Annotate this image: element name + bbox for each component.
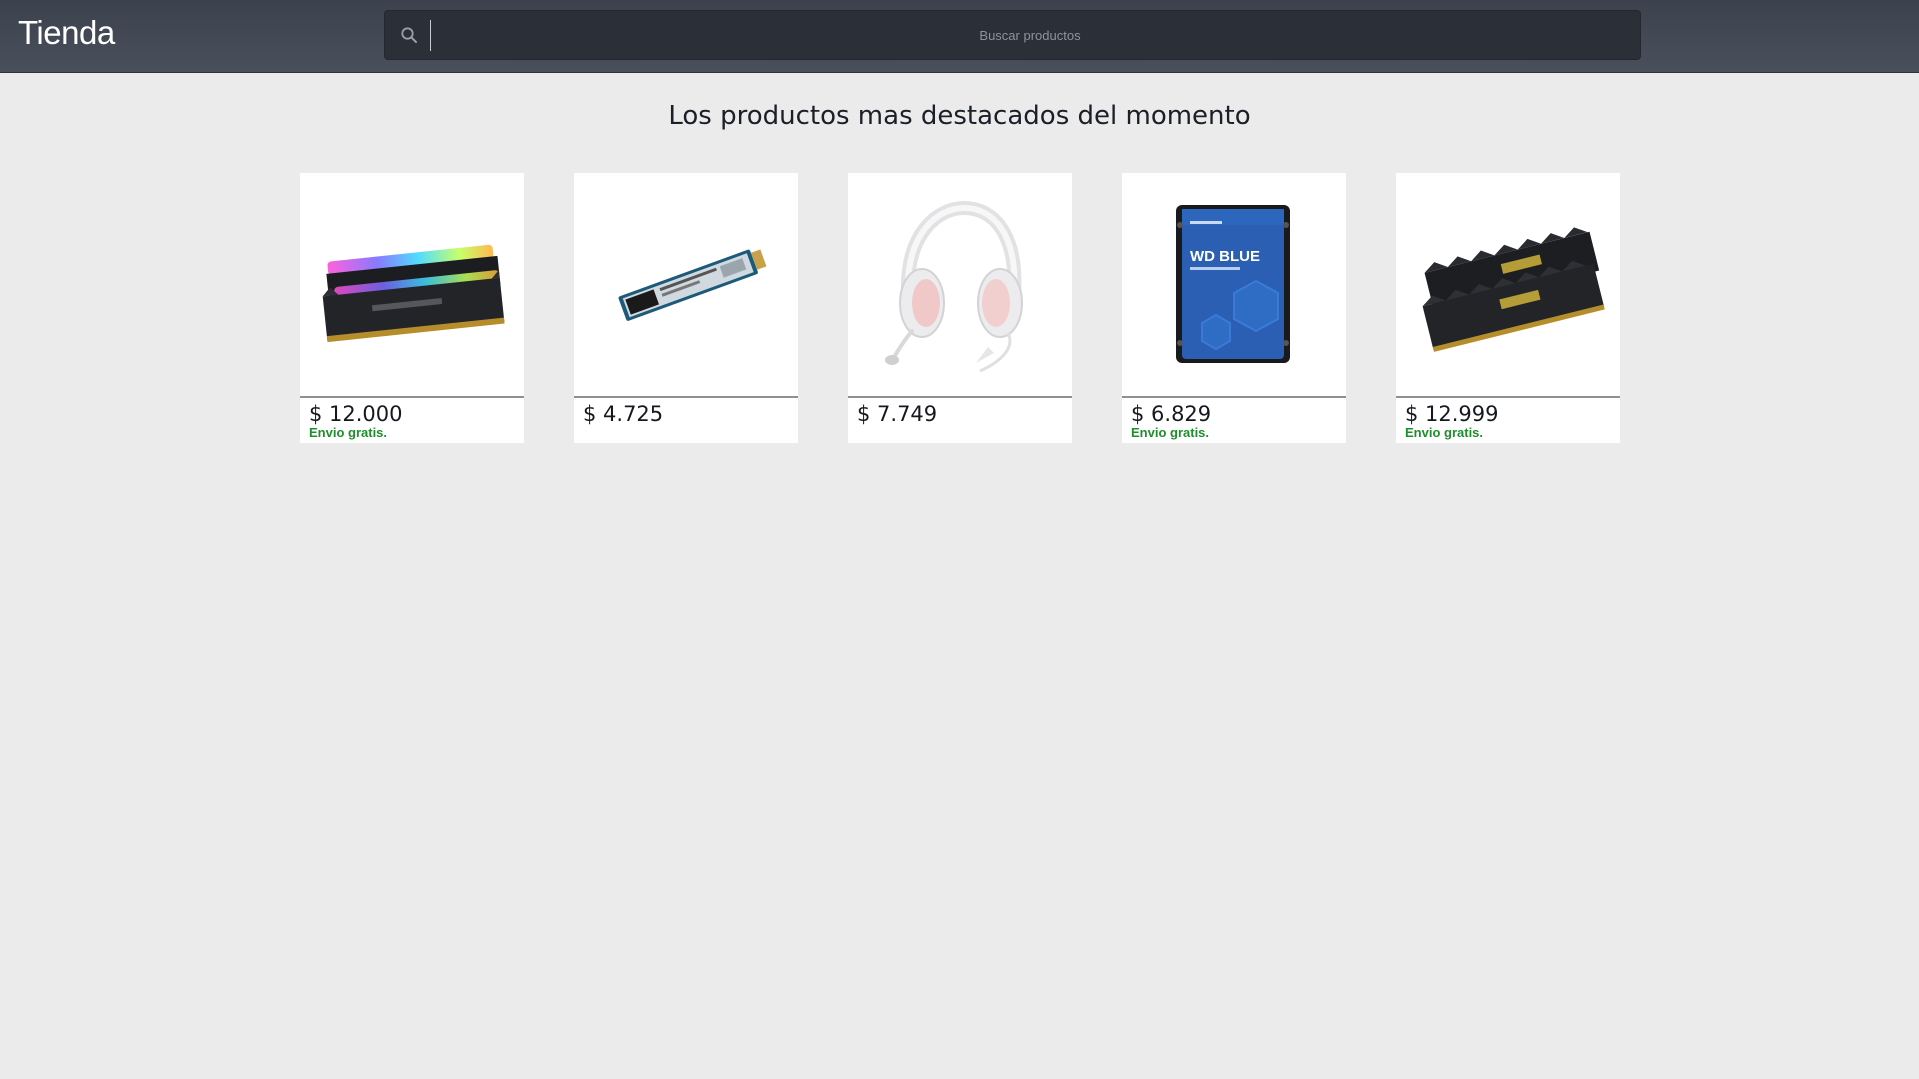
svg-text:WD BLUE: WD BLUE bbox=[1190, 248, 1260, 265]
free-shipping-label: Envio gratis. bbox=[1131, 425, 1210, 440]
card-divider bbox=[1396, 396, 1620, 398]
rgb-ram-image bbox=[322, 244, 505, 343]
hard-drive-image: WD BLUE bbox=[1176, 205, 1290, 363]
search-bar[interactable] bbox=[384, 10, 1641, 60]
product-card[interactable]: WD BLUE $ 6.829 Envio gratis. bbox=[1122, 173, 1346, 443]
product-card[interactable]: $ 12.000 Envio gratis. bbox=[300, 173, 524, 443]
product-price: $ 6.829 bbox=[1131, 402, 1212, 426]
product-image[interactable] bbox=[848, 173, 1072, 396]
product-image[interactable] bbox=[1396, 173, 1620, 396]
headset-image bbox=[885, 200, 1023, 373]
search-input[interactable] bbox=[435, 11, 1625, 59]
product-card[interactable]: $ 7.749 bbox=[848, 173, 1072, 443]
card-divider bbox=[300, 396, 524, 398]
top-navbar: Tienda bbox=[0, 0, 1919, 73]
product-card[interactable]: $ 4.725 bbox=[574, 173, 798, 443]
product-price: $ 7.749 bbox=[857, 402, 938, 426]
ram-kit-image bbox=[1422, 227, 1605, 352]
search-icon[interactable] bbox=[400, 26, 418, 44]
card-divider bbox=[574, 396, 798, 398]
page-title: Los productos mas destacados del momento bbox=[668, 101, 1251, 131]
product-grid: $ 12.000 Envio gratis. $ 4.725 $ 7.749 W… bbox=[300, 173, 1620, 445]
product-price: $ 4.725 bbox=[583, 402, 664, 426]
product-image[interactable] bbox=[574, 173, 798, 396]
m2-ssd-image bbox=[618, 249, 767, 321]
free-shipping-label: Envio gratis. bbox=[309, 425, 388, 440]
card-divider bbox=[848, 396, 1072, 398]
text-cursor bbox=[430, 20, 431, 51]
product-card[interactable]: $ 12.999 Envio gratis. bbox=[1396, 173, 1620, 443]
product-image[interactable]: WD BLUE bbox=[1122, 173, 1346, 396]
product-price: $ 12.000 bbox=[309, 402, 403, 426]
product-price: $ 12.999 bbox=[1405, 402, 1499, 426]
free-shipping-label: Envio gratis. bbox=[1405, 425, 1484, 440]
product-image[interactable] bbox=[300, 173, 524, 396]
brand-logo[interactable]: Tienda bbox=[18, 14, 115, 52]
card-divider bbox=[1122, 396, 1346, 398]
